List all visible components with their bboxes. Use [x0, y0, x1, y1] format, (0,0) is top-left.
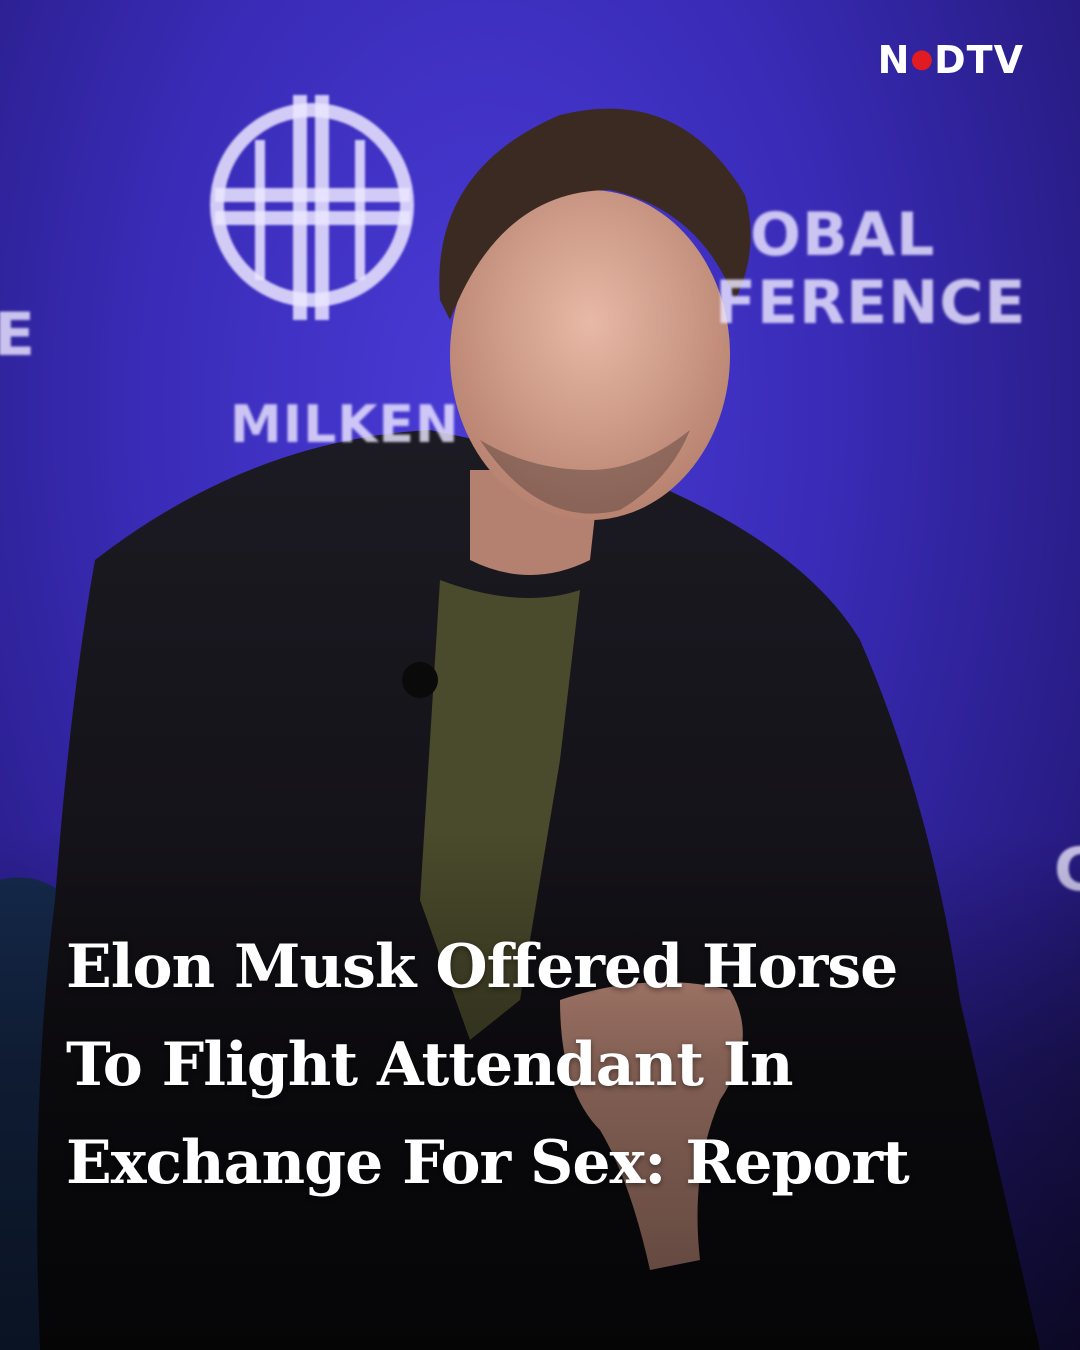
lapel-mic: [402, 662, 438, 698]
ndtv-logo: N●DTV: [877, 38, 1024, 82]
backdrop-text-milken: MILKEN: [230, 395, 460, 455]
news-card: MILKEN OBAL FERENCE E C N●DTV Elon Musk …: [0, 0, 1080, 1350]
headline-line: To Flight Attendant In: [66, 1030, 794, 1100]
backdrop-text-conference: FERENCE: [715, 268, 1027, 338]
backdrop-text-global: OBAL: [750, 200, 936, 270]
headline-line: Exchange For Sex: Report: [66, 1128, 910, 1198]
headline: Elon Musk Offered Horse To Flight Attend…: [66, 918, 1026, 1212]
backdrop-text-left-edge: E: [0, 300, 36, 370]
headline-line: Elon Musk Offered Horse: [66, 932, 898, 1002]
conference-emblem: [210, 95, 414, 320]
